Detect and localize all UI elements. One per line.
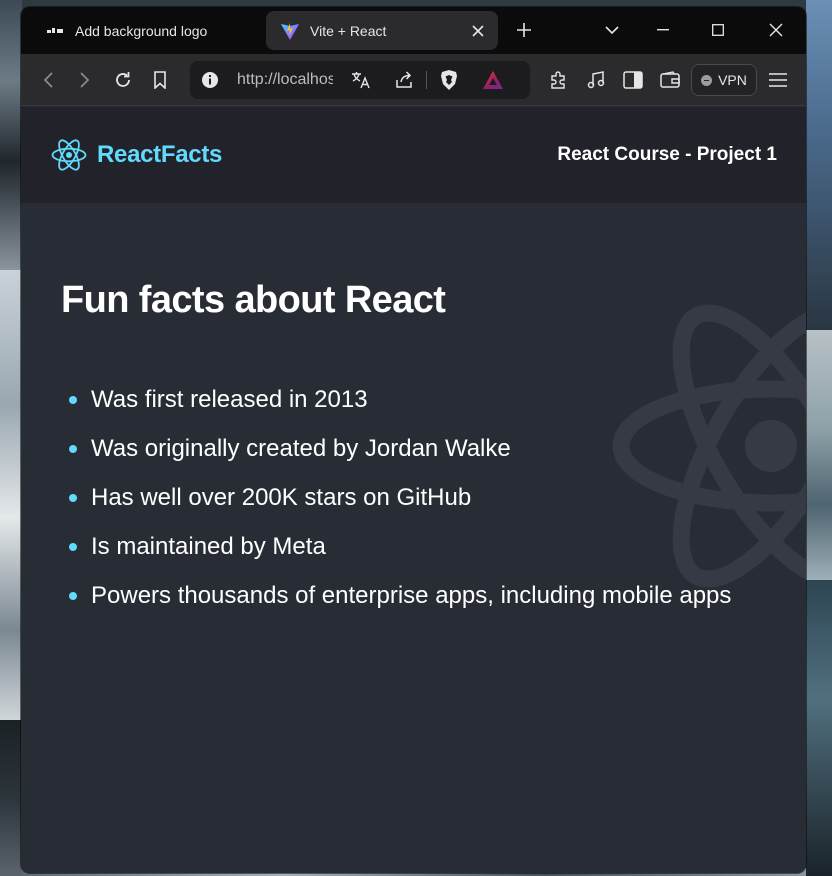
page-viewport: ReactFacts React Course - Project 1 Fun … [21, 107, 806, 873]
main-content: Fun facts about React Was first released… [21, 203, 806, 873]
course-title: React Course - Project 1 [557, 144, 777, 165]
bullet-icon [69, 591, 77, 600]
wallpaper-strip [806, 330, 832, 580]
tab-list-chevron-icon[interactable] [592, 15, 632, 45]
list-item: Was originally created by Jordan Walke [61, 424, 731, 473]
fact-text: Was first released in 2013 [91, 385, 368, 413]
wallet-icon[interactable] [654, 64, 686, 96]
extensions-icon[interactable] [542, 64, 574, 96]
bookmark-icon[interactable] [144, 64, 176, 96]
reload-icon[interactable] [107, 64, 139, 96]
tab-strip: Add background logo Vite + React [21, 7, 806, 54]
browser-window: Add background logo Vite + React http://… [21, 7, 806, 873]
page-title: Fun facts about React [61, 279, 446, 321]
wallpaper-strip [0, 270, 22, 720]
bullet-icon [69, 493, 77, 502]
maximize-button[interactable] [698, 15, 738, 45]
list-item: Powers thousands of enterprise apps, inc… [61, 571, 731, 620]
vite-favicon-icon [280, 21, 300, 41]
menu-hamburger-icon[interactable] [762, 64, 794, 96]
wallpaper-strip [806, 0, 832, 330]
tab-add-background-logo[interactable]: Add background logo [33, 11, 265, 50]
tab-title: Add background logo [75, 22, 208, 39]
vpn-label: VPN [718, 72, 747, 88]
brand[interactable]: ReactFacts [51, 138, 222, 172]
site-navbar: ReactFacts React Course - Project 1 [21, 107, 806, 203]
bullet-icon [69, 444, 77, 453]
wallpaper-strip [806, 580, 832, 876]
vpn-status-icon [701, 74, 713, 86]
close-window-button[interactable] [756, 15, 796, 45]
brand-name: ReactFacts [97, 141, 223, 168]
close-tab-icon[interactable] [464, 17, 492, 45]
fact-text: Was originally created by Jordan Walke [91, 434, 511, 462]
media-music-icon[interactable] [580, 64, 612, 96]
new-tab-button[interactable] [509, 15, 539, 45]
facts-list: Was first released in 2013 Was originall… [61, 375, 731, 620]
bullet-icon [69, 395, 77, 404]
site-info-icon[interactable] [198, 68, 222, 92]
back-arrow-icon[interactable] [32, 64, 64, 96]
tab-vite-react[interactable]: Vite + React [266, 11, 498, 50]
translate-icon[interactable] [349, 68, 373, 92]
url-text: http://localhost:5173 [237, 71, 333, 88]
forward-arrow-icon[interactable] [69, 64, 101, 96]
react-logo-icon [51, 139, 87, 171]
brave-shields-icon[interactable] [437, 68, 461, 92]
list-item: Was first released in 2013 [61, 375, 731, 424]
fact-text: Has well over 200K stars on GitHub [91, 483, 472, 511]
tab-title: Vite + React [310, 22, 387, 39]
wallpaper-strip [0, 720, 22, 876]
page-favicon-icon [45, 21, 65, 41]
wallpaper-strip [0, 0, 22, 270]
brave-rewards-icon[interactable] [481, 68, 505, 92]
minimize-button[interactable] [643, 15, 683, 45]
fact-text: Powers thousands of enterprise apps, inc… [91, 581, 732, 609]
fact-text: Is maintained by Meta [91, 532, 326, 560]
browser-toolbar: http://localhost:5173 [21, 54, 806, 106]
sidebar-toggle-icon[interactable] [617, 64, 649, 96]
list-item: Has well over 200K stars on GitHub [61, 473, 731, 522]
bullet-icon [69, 542, 77, 551]
urlbar-divider [426, 71, 427, 89]
share-icon[interactable] [392, 68, 416, 92]
vpn-button[interactable]: VPN [691, 64, 757, 96]
address-bar[interactable]: http://localhost:5173 [190, 61, 530, 99]
list-item: Is maintained by Meta [61, 522, 731, 571]
